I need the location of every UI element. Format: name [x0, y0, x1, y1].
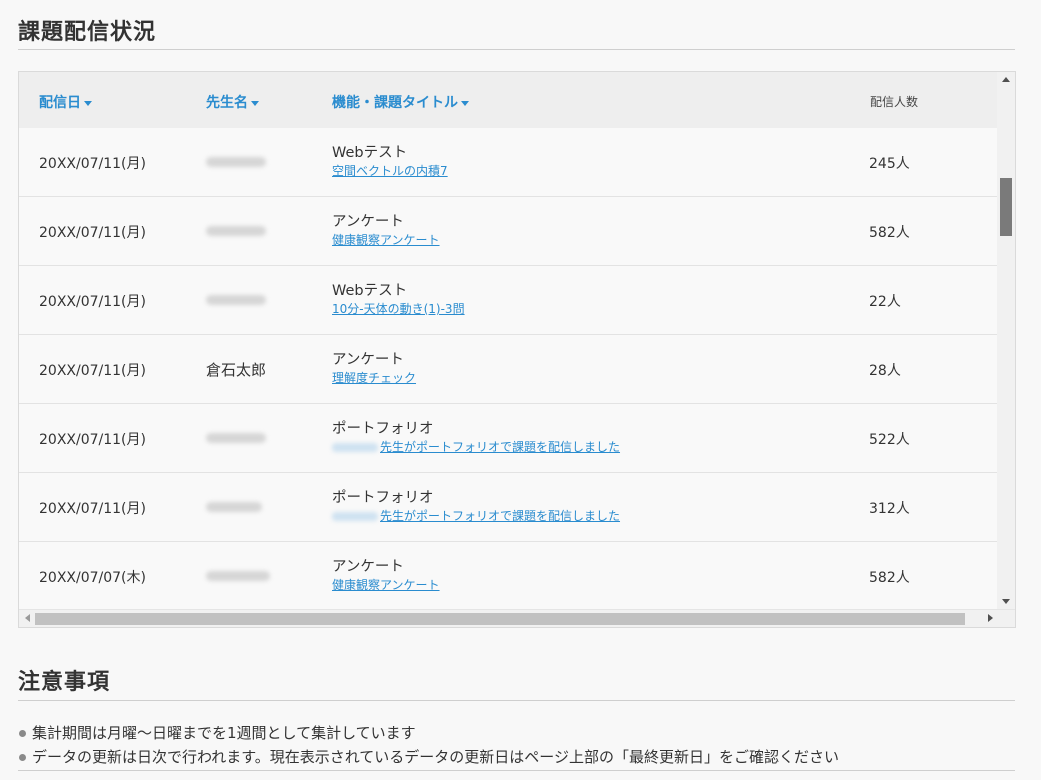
- delivery-date: 20XX/07/11(月): [39, 501, 146, 517]
- vertical-scroll-thumb[interactable]: [1000, 178, 1012, 236]
- assignment-link-label: 空間ベクトルの内積7: [332, 164, 448, 178]
- delivery-count: 22人: [869, 294, 901, 310]
- delivery-date: 20XX/07/11(月): [39, 432, 146, 448]
- teacher-name: [206, 221, 266, 239]
- table-row: 20XX/07/11(月) アンケート健康観察アンケート 582人: [19, 197, 998, 266]
- redacted-name: [206, 294, 266, 305]
- notes-divider: [18, 700, 1015, 701]
- sort-date-header[interactable]: 配信日: [39, 92, 92, 112]
- redacted-name: [206, 156, 266, 167]
- delivery-date: 20XX/07/11(月): [39, 294, 146, 310]
- assignment-link[interactable]: 先生がポートフォリオで課題を配信しました: [332, 438, 620, 455]
- feature-kind: Webテスト: [332, 145, 408, 161]
- table-viewport: 配信日 先生名 機能・課題タイトル 配信人数 20XX/07/11(月) Webテ…: [19, 72, 998, 609]
- table-row: 20XX/07/11(月) ポートフォリオ先生がポートフォリオで課題を配信しました…: [19, 404, 998, 473]
- redacted-name: [206, 225, 266, 236]
- assignment-link[interactable]: 健康観察アンケート: [332, 576, 440, 593]
- scroll-up-icon[interactable]: [1002, 77, 1010, 82]
- vertical-scrollbar[interactable]: [997, 72, 1015, 609]
- assignment-title-cell: ポートフォリオ先生がポートフォリオで課題を配信しました: [332, 486, 620, 524]
- assignment-link[interactable]: 理解度チェック: [332, 369, 416, 386]
- feature-kind: ポートフォリオ: [332, 490, 434, 506]
- horizontal-scroll-thumb[interactable]: [35, 613, 965, 625]
- delivery-count: 312人: [869, 501, 910, 517]
- feature-kind: Webテスト: [332, 283, 408, 299]
- redacted-name: [206, 432, 266, 443]
- delivery-date: 20XX/07/11(月): [39, 156, 146, 172]
- sort-teacher-header[interactable]: 先生名: [206, 92, 259, 112]
- delivery-count: 582人: [869, 225, 910, 241]
- assignment-link[interactable]: 空間ベクトルの内積7: [332, 162, 448, 179]
- teacher-name: [206, 152, 266, 170]
- assignment-title-cell: アンケート理解度チェック: [332, 348, 416, 386]
- feature-kind: アンケート: [332, 352, 404, 368]
- table-header: 配信日 先生名 機能・課題タイトル 配信人数: [19, 72, 998, 128]
- delivery-date: 20XX/07/11(月): [39, 225, 146, 241]
- sort-caret-icon: [461, 100, 469, 106]
- redacted-name: [206, 570, 270, 581]
- table-row: 20XX/07/11(月) 倉石太郎 アンケート理解度チェック 28人: [19, 335, 998, 404]
- sort-caret-icon: [84, 100, 92, 106]
- sort-title-header[interactable]: 機能・課題タイトル: [332, 92, 469, 112]
- note-item: データの更新は日次で行われます。現在表示されているデータの更新日はページ上部の「…: [18, 746, 1015, 770]
- count-header: 配信人数: [870, 95, 919, 109]
- assignment-title-cell: Webテスト 10分-天体の動き(1)-3問: [332, 279, 465, 317]
- redacted-name: [332, 512, 378, 521]
- delivery-count: 522人: [869, 432, 910, 448]
- assignment-link[interactable]: 10分-天体の動き(1)-3問: [332, 300, 465, 317]
- assignment-title-cell: ポートフォリオ先生がポートフォリオで課題を配信しました: [332, 417, 620, 455]
- notes-list: 集計期間は月曜～日曜までを1週間として集計しています データの更新は日次で行われ…: [18, 722, 1015, 770]
- assignment-title-cell: Webテスト空間ベクトルの内積7: [332, 141, 448, 179]
- note-item: 集計期間は月曜～日曜までを1週間として集計しています: [18, 722, 1015, 746]
- delivery-table: 配信日 先生名 機能・課題タイトル 配信人数 20XX/07/11(月) Webテ…: [18, 71, 1016, 628]
- table-row: 20XX/07/11(月) ポートフォリオ先生がポートフォリオで課題を配信しました…: [19, 473, 998, 542]
- title-divider: [18, 49, 1015, 50]
- teacher-name: [206, 497, 262, 515]
- sort-caret-icon: [251, 100, 259, 106]
- assignment-link[interactable]: 健康観察アンケート: [332, 231, 440, 248]
- delivery-date: 20XX/07/07(木): [39, 570, 146, 586]
- bullet-icon: [19, 730, 26, 737]
- notes-title: 注意事項: [18, 670, 111, 695]
- table-row: 20XX/07/07(木) アンケート健康観察アンケート 582人: [19, 542, 998, 609]
- delivery-count: 245人: [869, 156, 910, 172]
- teacher-name: [206, 428, 266, 446]
- assignment-link-label: 健康観察アンケート: [332, 233, 440, 247]
- table-row: 20XX/07/11(月) Webテスト 10分-天体の動き(1)-3問 22人: [19, 266, 998, 335]
- assignment-link-label: 先生がポートフォリオで課題を配信しました: [380, 440, 621, 454]
- scroll-right-icon[interactable]: [988, 614, 993, 622]
- feature-kind: ポートフォリオ: [332, 421, 434, 437]
- teacher-name: 倉石太郎: [206, 361, 267, 379]
- assignment-link[interactable]: 先生がポートフォリオで課題を配信しました: [332, 507, 620, 524]
- assignment-link-label: 10分-天体の動き(1)-3問: [332, 302, 465, 316]
- assignment-title-cell: アンケート健康観察アンケート: [332, 210, 440, 248]
- teacher-name: [206, 290, 266, 308]
- assignment-link-label: 先生がポートフォリオで課題を配信しました: [380, 509, 621, 523]
- redacted-name: [332, 443, 378, 452]
- scroll-down-icon[interactable]: [1002, 599, 1010, 604]
- delivery-date: 20XX/07/11(月): [39, 363, 146, 379]
- horizontal-scrollbar[interactable]: [19, 609, 1015, 627]
- table-body: 20XX/07/11(月) Webテスト 空間ベクトルの内積7 245人 20XX/07…: [19, 128, 998, 609]
- teacher-name: [206, 566, 270, 584]
- scroll-left-icon[interactable]: [25, 614, 30, 622]
- assignment-link-label: 健康観察アンケート: [332, 578, 440, 592]
- redacted-name: [206, 501, 262, 512]
- delivery-count: 582人: [869, 570, 910, 586]
- assignment-link-label: 理解度チェック: [332, 371, 417, 385]
- bullet-icon: [19, 754, 26, 761]
- delivery-count: 28人: [869, 363, 901, 379]
- table-row: 20XX/07/11(月) Webテスト空間ベクトルの内積7 245人: [19, 128, 998, 197]
- feature-kind: アンケート: [332, 559, 404, 575]
- feature-kind: アンケート: [332, 214, 404, 230]
- bottom-divider: [18, 770, 1015, 771]
- page-title: 課題配信状況: [18, 20, 157, 45]
- assignment-title-cell: アンケート健康観察アンケート: [332, 555, 440, 593]
